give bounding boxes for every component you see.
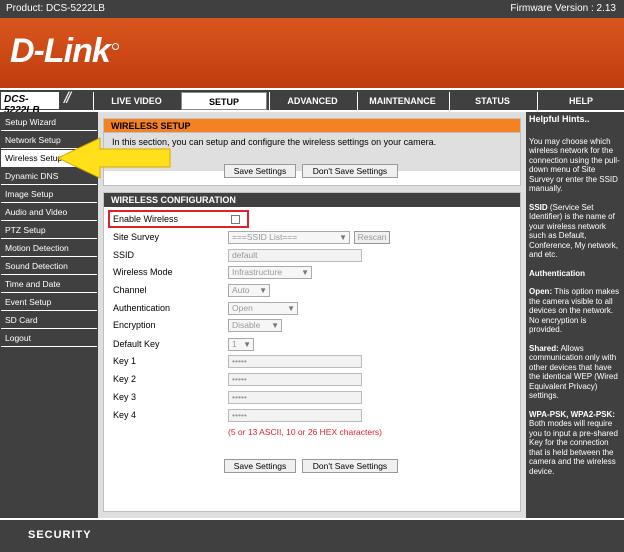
wireless-config-panel: WIRELESS CONFIGURATION Enable Wireless S… — [103, 192, 521, 512]
footer-security-label: SECURITY — [28, 529, 92, 541]
site-survey-label: Site Survey — [113, 232, 160, 242]
enable-wireless-label: Enable Wireless — [113, 214, 179, 224]
hint-ssid: SSID (Service Set Identifier) is the nam… — [529, 202, 618, 260]
tab-setup[interactable]: SETUP — [181, 92, 267, 110]
sidebar-item-logout[interactable]: Logout — [1, 330, 97, 347]
product-label: Product: DCS-5222LB — [6, 3, 105, 14]
footer: SECURITY — [0, 520, 624, 552]
key4-label: Key 4 — [113, 410, 137, 420]
sidebar-item-motion-detection[interactable]: Motion Detection — [1, 240, 97, 257]
wireless-mode-select[interactable]: Infrastructure ▼ — [228, 266, 312, 279]
dlink-logo: D-Link — [10, 32, 119, 71]
key1-input[interactable]: ••••• — [228, 355, 362, 368]
firmware-label: Firmware Version : 2.13 — [510, 3, 616, 14]
save-settings-button-top[interactable]: Save Settings — [224, 164, 296, 178]
tab-help[interactable]: HELP — [537, 92, 624, 110]
key-format-note: (5 or 13 ASCII, 10 or 26 HEX characters) — [228, 427, 383, 437]
config-title: WIRELESS CONFIGURATION — [104, 193, 520, 207]
sidebar-item-sd-card[interactable]: SD Card — [1, 312, 97, 329]
hint-authentication-head: Authentication — [529, 268, 585, 278]
dont-save-settings-button-bottom[interactable]: Don't Save Settings — [302, 459, 398, 473]
sidebar-item-audio-video[interactable]: Audio and Video — [1, 204, 97, 221]
separator-icon: // — [64, 90, 71, 107]
channel-label: Channel — [113, 285, 147, 295]
default-key-select[interactable]: 1 ▼ — [228, 338, 254, 351]
key1-label: Key 1 — [113, 356, 137, 366]
tab-live-video[interactable]: LIVE VIDEO — [93, 92, 179, 110]
key3-label: Key 3 — [113, 392, 137, 402]
hints-title: Helpful Hints.. — [529, 114, 590, 124]
model-badge: DCS-5222LB — [1, 92, 59, 116]
hint-site-survey: You may choose which wireless network fo… — [529, 136, 620, 194]
wireless-mode-label: Wireless Mode — [113, 267, 173, 277]
site-survey-select[interactable]: ===SSID List=== ▼ — [228, 231, 350, 244]
sidebar-item-setup-wizard[interactable]: Setup Wizard — [1, 114, 97, 131]
sidebar-item-event-setup[interactable]: Event Setup — [1, 294, 97, 311]
panel-title: WIRELESS SETUP — [104, 119, 520, 133]
chevron-down-icon: ▼ — [287, 304, 295, 313]
hint-wpa: WPA-PSK, WPA2-PSK: Both modes will requi… — [529, 409, 618, 476]
sidebar-item-ptz-setup[interactable]: PTZ Setup — [1, 222, 97, 239]
main-nav: DCS-5222LB // LIVE VIDEO SETUP ADVANCED … — [0, 88, 624, 116]
sidebar-item-sound-detection[interactable]: Sound Detection — [1, 258, 97, 275]
key2-input[interactable]: ••••• — [228, 373, 362, 386]
sidebar-item-image-setup[interactable]: Image Setup — [1, 186, 97, 203]
chevron-down-icon: ▼ — [301, 268, 309, 277]
save-settings-button-bottom[interactable]: Save Settings — [224, 459, 296, 473]
chevron-down-icon: ▼ — [259, 286, 267, 295]
tab-maintenance[interactable]: MAINTENANCE — [357, 92, 447, 110]
tab-status[interactable]: STATUS — [449, 92, 535, 110]
ssid-label: SSID — [113, 250, 135, 260]
hint-shared: Shared: Allows communication only with o… — [529, 343, 618, 401]
encryption-label: Encryption — [113, 320, 156, 330]
sidebar-item-time-date[interactable]: Time and Date — [1, 276, 97, 293]
authentication-select[interactable]: Open ▼ — [228, 302, 298, 315]
key3-input[interactable]: ••••• — [228, 391, 362, 404]
brand-banner: D-Link — [0, 18, 624, 88]
dont-save-settings-button-top[interactable]: Don't Save Settings — [302, 164, 398, 178]
encryption-select[interactable]: Disable ▼ — [228, 319, 282, 332]
authentication-label: Authentication — [113, 303, 171, 313]
rescan-button[interactable]: Rescan — [354, 231, 390, 244]
yellow-arrow-icon — [56, 137, 171, 179]
ssid-input[interactable]: default — [228, 249, 362, 262]
chevron-down-icon: ▼ — [271, 321, 279, 330]
top-info-bar: Product: DCS-5222LB Firmware Version : 2… — [0, 0, 624, 18]
chevron-down-icon: ▼ — [339, 233, 347, 242]
enable-wireless-checkbox[interactable] — [231, 215, 240, 224]
tab-advanced[interactable]: ADVANCED — [269, 92, 355, 110]
helpful-hints-panel: Helpful Hints.. You may choose which wir… — [526, 112, 624, 518]
chevron-down-icon: ▼ — [243, 340, 251, 349]
key2-label: Key 2 — [113, 374, 137, 384]
key4-input[interactable]: ••••• — [228, 409, 362, 422]
default-key-label: Default Key — [113, 339, 160, 349]
channel-select[interactable]: Auto ▼ — [228, 284, 270, 297]
hint-open: Open: This option makes the camera visib… — [529, 287, 620, 334]
